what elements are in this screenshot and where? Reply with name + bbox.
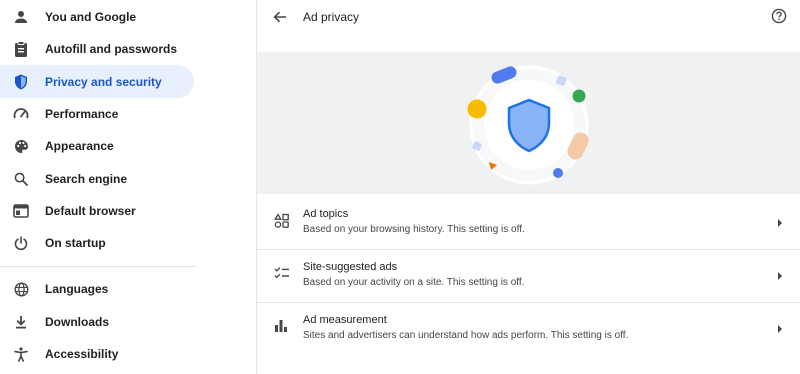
accessibility-icon (13, 346, 29, 362)
sidebar-item-you-and-google[interactable]: You and Google (0, 0, 194, 33)
sidebar-item-privacy-and-security[interactable]: Privacy and security (0, 65, 194, 98)
sidebar-item-label: Autofill and passwords (45, 41, 178, 56)
sidebar-item-label: You and Google (45, 9, 137, 24)
ad-topics-row[interactable]: Ad topics Based on your browsing history… (257, 196, 800, 248)
ad-privacy-illustration (257, 52, 800, 194)
row-subtitle: Based on your activity on a site. This s… (303, 277, 525, 288)
sidebar-item-label: Languages (45, 281, 109, 296)
sidebar-item-downloads[interactable]: Downloads (0, 305, 194, 338)
chevron-right-icon (777, 268, 785, 280)
sidebar-item-label: Accessibility (45, 346, 119, 361)
sidebar-item-performance[interactable]: Performance (0, 97, 194, 130)
power-icon (13, 235, 29, 251)
palette-icon (13, 138, 29, 154)
sidebar-item-default-browser[interactable]: Default browser (0, 194, 194, 227)
ad-topics-icon (274, 213, 290, 229)
speedometer-icon (13, 106, 29, 122)
sidebar-item-label: Default browser (45, 203, 136, 218)
row-subtitle: Based on your browsing history. This set… (303, 224, 525, 235)
sidebar-item-search-engine[interactable]: Search engine (0, 162, 194, 195)
sidebar-item-label: Downloads (45, 314, 110, 329)
sidebar-item-label: Appearance (45, 138, 114, 153)
checklist-icon (274, 266, 290, 282)
ad-privacy-page: Ad privacy Ad topics Based on your brows… (256, 0, 800, 374)
sidebar-divider (0, 266, 196, 267)
settings-sidebar: You and Google Autofill and passwords Pr… (0, 0, 256, 374)
ad-measurement-row[interactable]: Ad measurement Sites and advertisers can… (257, 302, 800, 354)
shield-icon (13, 74, 29, 90)
back-arrow-icon (273, 11, 286, 23)
row-title: Ad topics (303, 208, 349, 220)
sidebar-item-autofill[interactable]: Autofill and passwords (0, 32, 194, 65)
back-button[interactable] (271, 8, 289, 26)
clipboard-icon (13, 41, 29, 57)
download-icon (13, 314, 29, 330)
privacy-shield-illustration (467, 65, 589, 185)
site-suggested-ads-row[interactable]: Site-suggested ads Based on your activit… (257, 249, 800, 301)
sidebar-item-languages[interactable]: Languages (0, 272, 194, 305)
search-icon (13, 171, 29, 187)
chevron-right-icon (777, 215, 785, 227)
bar-chart-icon (274, 319, 290, 335)
sidebar-item-label: Performance (45, 106, 119, 121)
sidebar-item-label: On startup (45, 235, 106, 250)
chevron-right-icon (777, 321, 785, 333)
page-title: Ad privacy (303, 10, 360, 24)
row-title: Ad measurement (303, 314, 387, 326)
globe-icon (13, 281, 29, 297)
page-header: Ad privacy (257, 0, 800, 52)
sidebar-item-on-startup[interactable]: On startup (0, 226, 194, 259)
row-subtitle: Sites and advertisers can understand how… (303, 330, 629, 341)
sidebar-item-label: Search engine (45, 171, 128, 186)
sidebar-item-label: Privacy and security (45, 74, 162, 89)
row-title: Site-suggested ads (303, 261, 398, 273)
person-icon (13, 9, 29, 25)
browser-window-icon (13, 203, 29, 219)
sidebar-item-accessibility[interactable]: Accessibility (0, 337, 194, 370)
sidebar-item-appearance[interactable]: Appearance (0, 129, 194, 162)
help-button[interactable] (771, 8, 789, 26)
help-icon (771, 8, 787, 24)
